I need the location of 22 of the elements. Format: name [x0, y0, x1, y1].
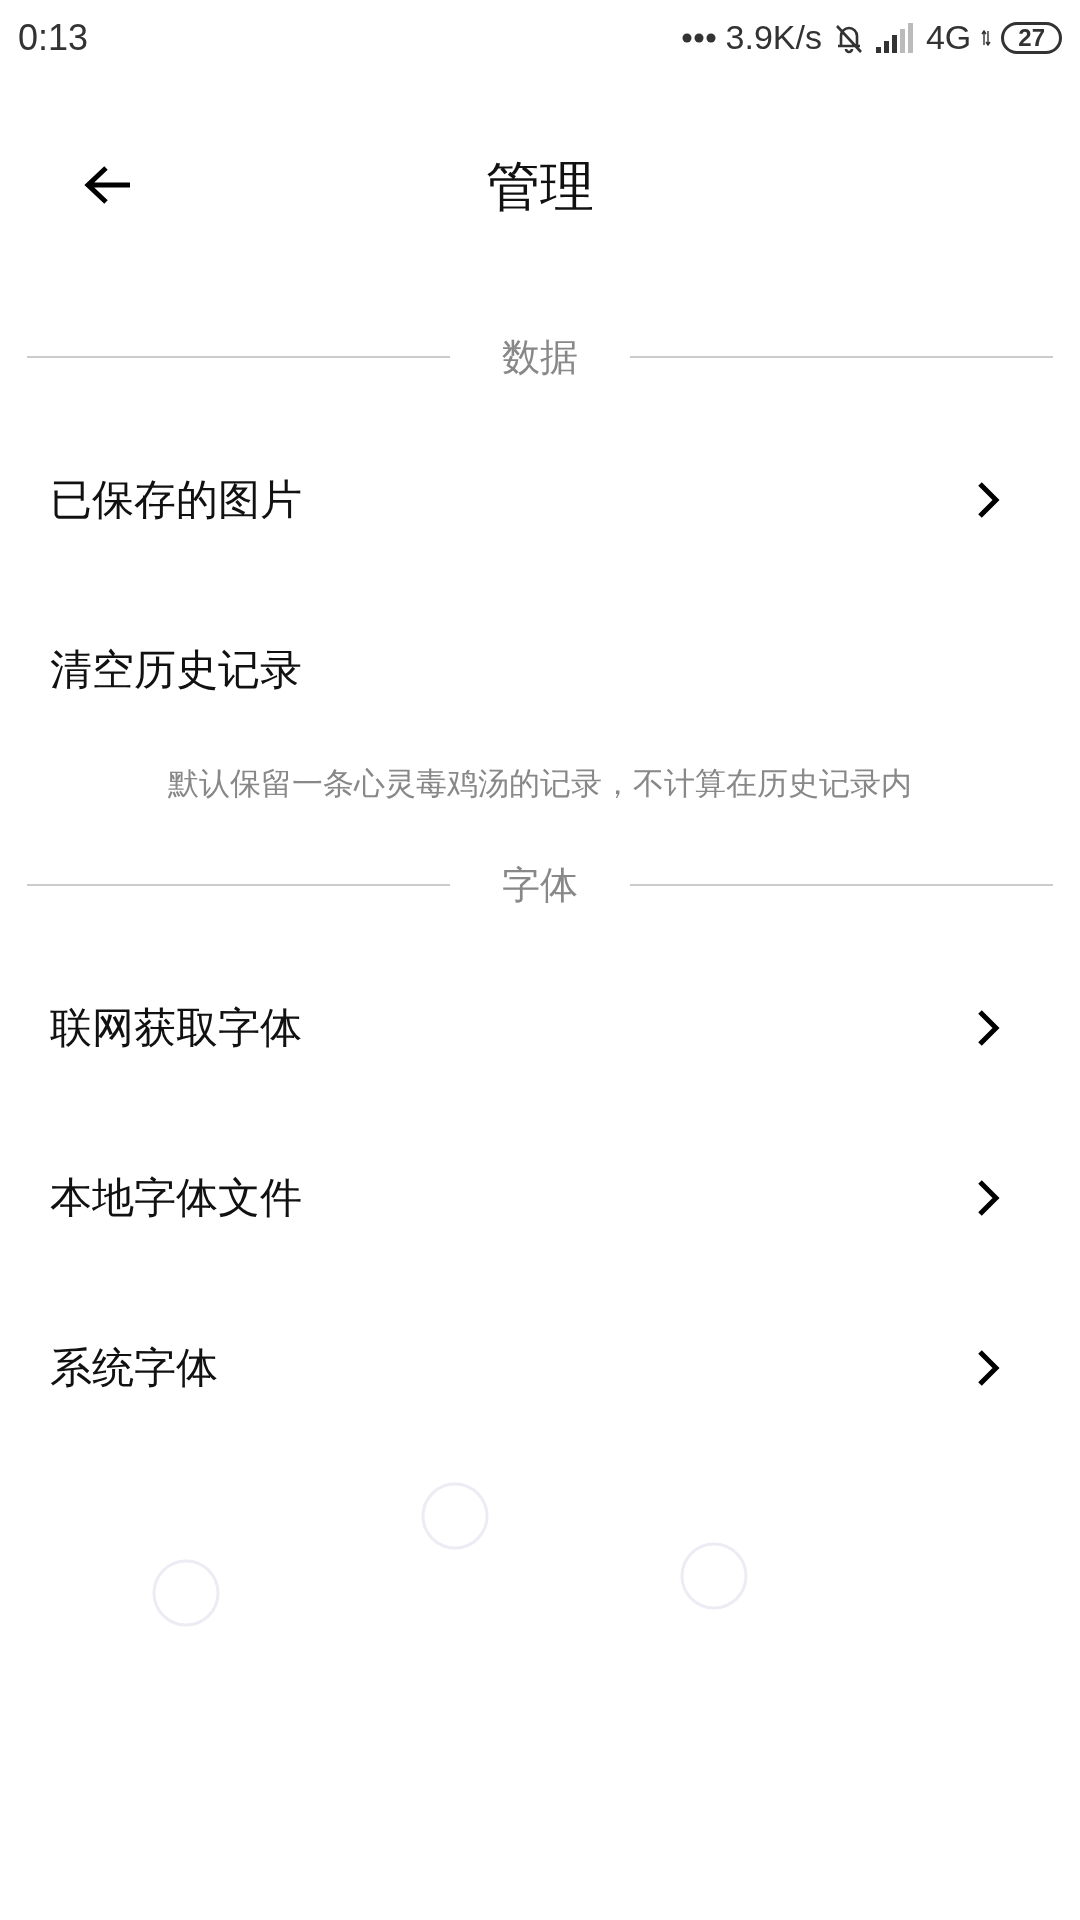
chevron-right-icon	[976, 1178, 1000, 1218]
settings-item[interactable]: 已保存的图片	[0, 415, 1080, 585]
settings-item[interactable]: 清空历史记录	[0, 585, 1080, 755]
data-arrows-icon	[981, 29, 992, 46]
battery-indicator: 27	[1001, 21, 1062, 54]
settings-item[interactable]: 系统字体	[0, 1283, 1080, 1453]
settings-item[interactable]: 本地字体文件	[0, 1113, 1080, 1283]
network-speed: 3.9K/s	[725, 18, 822, 57]
more-dots-icon	[681, 31, 716, 44]
hint-text: 默认保留一条心灵毒鸡汤的记录，不计算在历史记录内	[167, 764, 913, 803]
chevron-right-icon	[976, 1348, 1000, 1388]
clock-time: 0:13	[18, 16, 89, 59]
back-arrow-icon	[84, 165, 132, 205]
settings-item[interactable]: 联网获取字体	[0, 943, 1080, 1113]
network-type: 4G	[925, 18, 972, 57]
back-button[interactable]	[84, 165, 132, 205]
section-title: 字体	[501, 861, 579, 909]
chevron-right-icon	[976, 480, 1000, 520]
section-title: 数据	[501, 333, 579, 381]
signal-icon	[875, 22, 916, 53]
chevron-right-icon	[976, 1008, 1000, 1048]
page-title: 管理	[486, 153, 594, 220]
